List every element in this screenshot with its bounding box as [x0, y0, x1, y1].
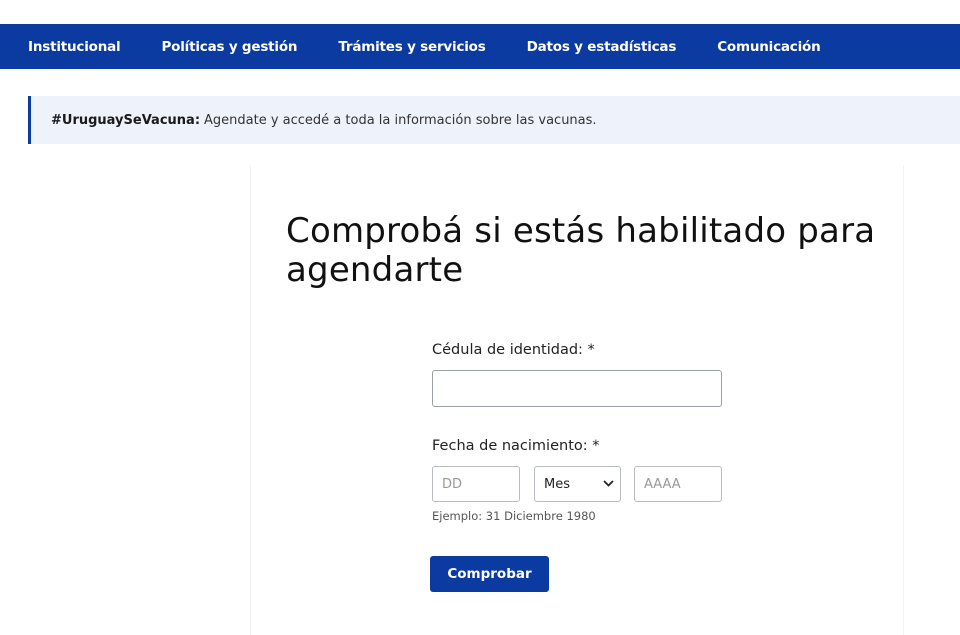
- year-placeholder: AAAA: [644, 476, 681, 492]
- nav-item-datos[interactable]: Datos y estadísticas: [527, 39, 677, 55]
- nav-item-comunicacion[interactable]: Comunicación: [717, 39, 821, 55]
- date-hint: Ejemplo: 31 Diciembre 1980: [432, 509, 596, 523]
- main-navigation: Institucional Políticas y gestión Trámit…: [0, 24, 960, 69]
- nav-item-tramites[interactable]: Trámites y servicios: [338, 39, 485, 55]
- vaccine-banner: #UruguaySeVacuna: Agendate y accedé a to…: [28, 96, 960, 144]
- ci-label: Cédula de identidad: *: [432, 342, 595, 358]
- nav-item-politicas[interactable]: Políticas y gestión: [161, 39, 297, 55]
- top-strip: [0, 0, 960, 24]
- page-title: Comprobá si estás habilitado para agenda…: [286, 211, 876, 290]
- year-input[interactable]: AAAA: [634, 466, 722, 502]
- month-selected: Mes: [544, 476, 570, 492]
- month-select[interactable]: Mes: [534, 466, 621, 502]
- day-placeholder: DD: [442, 476, 463, 492]
- nav-item-institucional[interactable]: Institucional: [28, 39, 121, 55]
- chevron-down-icon: [603, 479, 614, 490]
- banner-hashtag: #UruguaySeVacuna:: [51, 112, 201, 128]
- birthdate-label: Fecha de nacimiento: *: [432, 438, 600, 454]
- ci-input[interactable]: [432, 370, 722, 407]
- comprobar-button[interactable]: Comprobar: [430, 556, 549, 592]
- banner-text: Agendate y accedé a toda la información …: [204, 112, 597, 128]
- day-input[interactable]: DD: [432, 466, 520, 502]
